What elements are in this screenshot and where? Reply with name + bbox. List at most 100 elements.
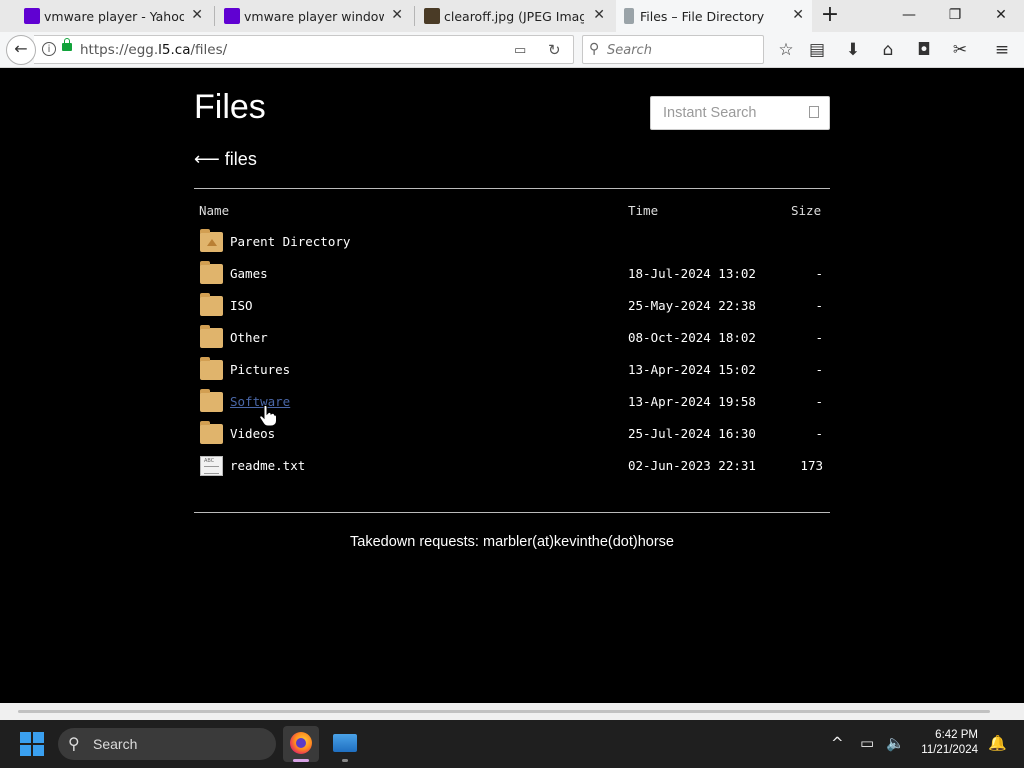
table-row[interactable]: Games 18-Jul-2024 13:02 - (199, 261, 829, 290)
folder-icon (200, 421, 223, 444)
search-icon: ⚲ (589, 41, 600, 57)
yahoo-favicon-icon (224, 8, 240, 24)
file-size: - (815, 426, 823, 441)
file-name[interactable]: readme.txt (230, 458, 305, 473)
yahoo-favicon-icon (24, 8, 40, 24)
windows-start-icon[interactable] (20, 732, 44, 756)
horizontal-scrollbar[interactable] (0, 703, 1024, 720)
url-prefix: https://egg. (80, 42, 159, 58)
file-size: 173 (800, 458, 823, 473)
folder-icon (200, 261, 223, 284)
star-icon[interactable]: ☆ (775, 39, 797, 61)
page-favicon-icon (624, 8, 634, 24)
file-time: 25-Jul-2024 16:30 (628, 426, 756, 441)
url-bar[interactable]: i https://egg.l5.ca/files/ ▭ ↻ (34, 35, 574, 64)
reader-view-icon[interactable]: ▭ (514, 43, 526, 58)
web-search-box[interactable]: ⚲ Search (582, 35, 764, 64)
url-text[interactable]: https://egg.l5.ca/files/ (80, 42, 227, 58)
firefox-icon (290, 732, 312, 754)
tab-close-icon[interactable]: ✕ (593, 7, 605, 23)
tab-yahoo-search-2[interactable]: vmware player windows 1 ✕ (220, 0, 411, 32)
tab-label: vmware player windows 1 (244, 8, 384, 24)
file-name[interactable]: Other (230, 330, 268, 345)
tab-label: vmware player - Yahoo Se (44, 8, 184, 24)
notification-bell-icon[interactable]: 🔔 (988, 734, 1007, 752)
clear-search-icon[interactable] (809, 106, 819, 118)
instant-search-input[interactable]: Instant Search (650, 96, 830, 130)
reading-list-icon[interactable]: ▤ (806, 39, 828, 61)
tab-close-icon[interactable]: ✕ (391, 7, 403, 23)
file-name[interactable]: Games (230, 266, 268, 281)
tab-close-icon[interactable]: ✕ (191, 7, 203, 23)
tab-separator (214, 6, 215, 26)
text-file-icon (200, 456, 223, 476)
table-row[interactable]: Pictures 13-Apr-2024 15:02 - (199, 357, 829, 386)
instant-search-placeholder: Instant Search (663, 105, 757, 121)
url-path: /files/ (190, 42, 228, 58)
tab-label: Files – File Directory (640, 8, 765, 24)
tab-close-icon[interactable]: ✕ (792, 7, 804, 23)
parent-breadcrumb-link[interactable]: ⟵ files (194, 149, 257, 170)
tab-clearoff-image[interactable]: clearoff.jpg (JPEG Image, ✕ (420, 0, 613, 32)
back-arrow-icon: ← (14, 39, 28, 58)
tab-bar: vmware player - Yahoo Se ✕ vmware player… (0, 0, 1024, 32)
folder-icon (200, 325, 223, 348)
file-name[interactable]: Pictures (230, 362, 290, 377)
table-row[interactable]: Other 08-Oct-2024 18:02 - (199, 325, 829, 354)
scrollbar-thumb[interactable] (18, 710, 990, 713)
table-row[interactable]: Parent Directory (199, 229, 829, 258)
home-icon[interactable]: ⌂ (877, 39, 899, 61)
column-header-name[interactable]: Name (199, 203, 229, 218)
file-size: - (815, 266, 823, 281)
network-icon[interactable]: ▭ (860, 734, 874, 752)
clock-time: 6:42 PM (935, 729, 978, 741)
file-name[interactable]: ISO (230, 298, 253, 313)
tab-files-directory[interactable]: Files – File Directory ✕ (616, 0, 812, 32)
file-name[interactable]: Videos (230, 426, 275, 441)
column-header-size[interactable]: Size (791, 203, 821, 218)
tray-chevron-icon[interactable]: ^ (831, 734, 844, 752)
file-time: 13-Apr-2024 15:02 (628, 362, 756, 377)
clock-date: 11/21/2024 (921, 744, 978, 756)
volume-muted-icon[interactable]: 🔈 (886, 734, 905, 752)
firefox-taskbar-button[interactable] (283, 726, 319, 762)
tab-yahoo-search-1[interactable]: vmware player - Yahoo Se ✕ (20, 0, 211, 32)
pocket-icon[interactable]: ◘ (913, 39, 935, 61)
menu-icon[interactable]: ≡ (991, 39, 1013, 61)
file-size: - (815, 394, 823, 409)
clock[interactable]: 6:42 PM 11/21/2024 (912, 728, 978, 758)
taskbar-search-placeholder: Search (93, 736, 138, 752)
page-content: Files Instant Search ⟵ files Name Time S… (0, 68, 1024, 703)
table-row[interactable]: readme.txt 02-Jun-2023 22:31 173 (199, 456, 829, 482)
taskbar: ⚲ Search ^ ▭ 🔈 6:42 PM 11/21/2024 🔔 (0, 720, 1024, 768)
file-name[interactable]: Parent Directory (230, 234, 350, 249)
reload-icon[interactable]: ↻ (548, 41, 561, 59)
back-button[interactable]: ← (6, 35, 36, 65)
url-domain: l5.ca (158, 42, 191, 58)
tab-label: clearoff.jpg (JPEG Image, (444, 8, 584, 24)
active-indicator (293, 759, 309, 762)
file-time: 13-Apr-2024 19:58 (628, 394, 756, 409)
top-divider (194, 188, 830, 189)
lock-icon (62, 38, 72, 51)
close-window-button[interactable]: ✕ (978, 0, 1024, 32)
folder-icon (200, 357, 223, 380)
running-indicator (342, 759, 348, 762)
screenshot-icon[interactable]: ✂ (949, 39, 971, 61)
minimize-button[interactable]: — (886, 0, 932, 32)
file-size: - (815, 298, 823, 313)
table-row[interactable]: Videos 25-Jul-2024 16:30 - (199, 421, 829, 450)
restore-button[interactable]: ❐ (932, 0, 978, 32)
image-favicon-icon (424, 8, 440, 24)
file-size: - (815, 330, 823, 345)
site-info-icon[interactable]: i (42, 42, 56, 56)
vmware-taskbar-button[interactable] (327, 726, 363, 762)
table-row[interactable]: ISO 25-May-2024 22:38 - (199, 293, 829, 322)
table-row[interactable]: Software 13-Apr-2024 19:58 - (199, 389, 829, 418)
vmware-icon (333, 734, 357, 752)
taskbar-search-box[interactable]: ⚲ Search (58, 728, 276, 760)
column-header-time[interactable]: Time (628, 203, 658, 218)
download-icon[interactable]: ⬇ (842, 39, 864, 61)
new-tab-button[interactable]: + (818, 4, 842, 28)
folder-icon (200, 389, 223, 412)
